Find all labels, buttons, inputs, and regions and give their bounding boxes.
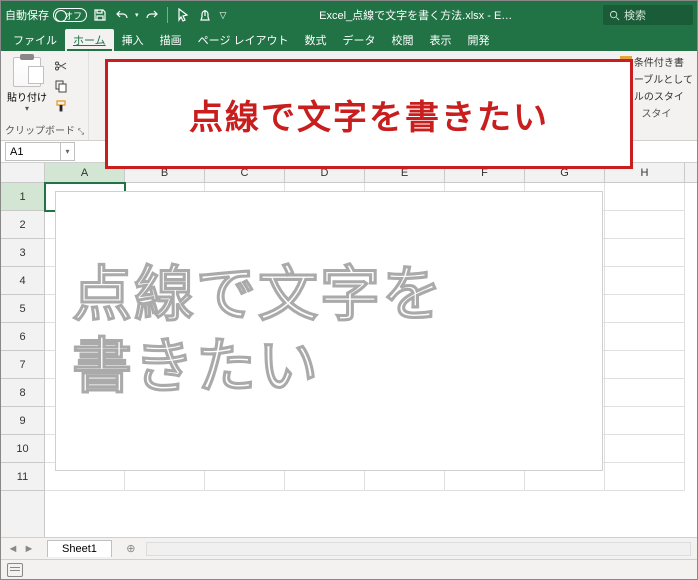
cell-H2[interactable] — [605, 211, 685, 239]
cell-H6[interactable] — [605, 323, 685, 351]
status-bar — [1, 559, 697, 579]
save-icon[interactable] — [91, 6, 109, 24]
paste-dropdown-icon[interactable]: ▾ — [25, 104, 29, 113]
cell-H3[interactable] — [605, 239, 685, 267]
horizontal-scrollbar[interactable] — [146, 542, 691, 556]
cell-H8[interactable] — [605, 379, 685, 407]
undo-dropdown-icon[interactable]: ▾ — [135, 11, 139, 19]
tab-formulas[interactable]: 数式 — [297, 29, 335, 51]
paste-button[interactable]: 貼り付け ▾ — [5, 53, 49, 113]
row-header-1[interactable]: 1 — [1, 183, 44, 211]
row-header-3[interactable]: 3 — [1, 239, 44, 267]
tab-draw[interactable]: 描画 — [152, 29, 190, 51]
select-all-triangle[interactable] — [1, 163, 45, 183]
search-placeholder: 検索 — [624, 7, 646, 23]
row-header-9[interactable]: 9 — [1, 407, 44, 435]
autosave-toggle[interactable]: オフ — [53, 8, 87, 22]
search-icon — [609, 10, 620, 21]
paste-label: 貼り付け — [7, 89, 47, 104]
tab-scroll-left-icon[interactable]: ◄ — [5, 541, 21, 557]
touch-mode-icon[interactable] — [196, 6, 214, 24]
window-title: Excel_点線で文字を書く方法.xlsx - E… — [232, 7, 599, 23]
clipboard-group: 貼り付け ▾ クリップボード ⤡ — [1, 51, 89, 140]
scissors-icon — [54, 59, 68, 73]
row-header-2[interactable]: 2 — [1, 211, 44, 239]
worksheet-grid[interactable]: ABCDEFGH 1234567891011 点線で文字を 書きたい — [1, 163, 697, 537]
excel-window: 自動保存 オフ ▾ ▽ Excel_点線で文字を書く方法.xlsx - E… 検… — [0, 0, 698, 580]
tab-developer[interactable]: 開発 — [460, 29, 498, 51]
tab-review[interactable]: 校閲 — [384, 29, 422, 51]
row-header-10[interactable]: 10 — [1, 435, 44, 463]
callout-text: 点線で文字を書きたい — [189, 90, 549, 139]
cell-H11[interactable] — [605, 463, 685, 491]
annotation-callout: 点線で文字を書きたい — [105, 59, 633, 169]
row-header-7[interactable]: 7 — [1, 351, 44, 379]
redo-icon[interactable] — [143, 6, 161, 24]
tab-page-layout[interactable]: ページ レイアウト — [190, 29, 297, 51]
cell-H5[interactable] — [605, 295, 685, 323]
new-sheet-button[interactable]: ⊕ — [122, 540, 140, 558]
cell-H4[interactable] — [605, 267, 685, 295]
copy-button[interactable] — [51, 77, 71, 95]
name-box[interactable] — [5, 142, 61, 161]
cut-button[interactable] — [51, 57, 71, 75]
qat-customize-icon[interactable]: ▽ — [218, 10, 229, 21]
name-box-dropdown-icon[interactable]: ▾ — [61, 142, 75, 161]
row-header-6[interactable]: 6 — [1, 323, 44, 351]
tab-insert[interactable]: 挿入 — [114, 29, 152, 51]
tab-view[interactable]: 表示 — [422, 29, 460, 51]
title-bar: 自動保存 オフ ▾ ▽ Excel_点線で文字を書く方法.xlsx - E… 検… — [1, 1, 697, 29]
row-headers: 1234567891011 — [1, 183, 45, 537]
copy-icon — [54, 79, 68, 93]
autosave-label: 自動保存 — [5, 7, 49, 23]
row-header-4[interactable]: 4 — [1, 267, 44, 295]
format-painter-button[interactable] — [51, 97, 71, 115]
clipboard-icon — [13, 57, 41, 87]
cell-H9[interactable] — [605, 407, 685, 435]
sheet-tab-bar: ◄ ► Sheet1 ⊕ — [1, 537, 697, 559]
row-header-11[interactable]: 11 — [1, 463, 44, 491]
cursor-icon[interactable] — [174, 6, 192, 24]
paintbrush-icon — [54, 99, 68, 113]
autosave-control[interactable]: 自動保存 オフ — [5, 7, 87, 23]
qat-separator — [167, 7, 168, 23]
dotted-text-line1: 点線で文字を — [72, 259, 586, 331]
undo-icon[interactable] — [113, 6, 131, 24]
cell-H10[interactable] — [605, 435, 685, 463]
callout-box: 点線で文字を書きたい — [105, 59, 633, 169]
sheet-tab-1[interactable]: Sheet1 — [47, 540, 112, 557]
record-macro-icon[interactable] — [7, 563, 23, 577]
tab-scroll-right-icon[interactable]: ► — [21, 541, 37, 557]
dotted-text-line2: 書きたい — [72, 331, 586, 403]
clipboard-group-label: クリップボード ⤡ — [5, 121, 84, 138]
cell-H1[interactable] — [605, 183, 685, 211]
row-header-5[interactable]: 5 — [1, 295, 44, 323]
tab-data[interactable]: データ — [335, 29, 384, 51]
tab-file[interactable]: ファイル — [5, 29, 65, 51]
row-header-8[interactable]: 8 — [1, 379, 44, 407]
tab-home[interactable]: ホーム — [65, 29, 114, 51]
textbox-shape[interactable]: 点線で文字を 書きたい — [55, 191, 603, 471]
search-box[interactable]: 検索 — [603, 5, 693, 25]
cell-H7[interactable] — [605, 351, 685, 379]
ribbon-tabs: ファイル ホーム 挿入 描画 ページ レイアウト 数式 データ 校閲 表示 開発 — [1, 29, 697, 51]
